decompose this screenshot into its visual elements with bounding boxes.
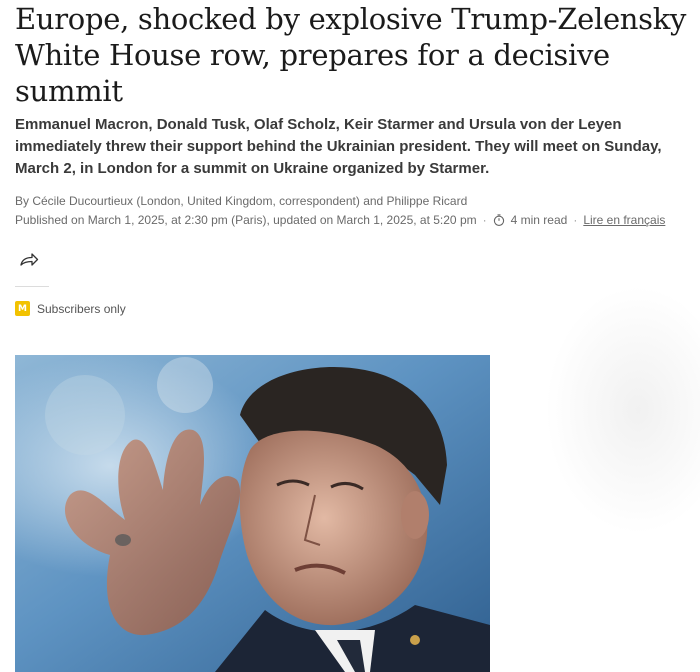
- subscribers-only-label: M Subscribers only: [15, 301, 126, 316]
- article-byline: By Cécile Ducourtieux (London, United Ki…: [15, 194, 468, 208]
- le-monde-badge-icon: M: [15, 301, 30, 316]
- read-time: 4 min read: [510, 213, 568, 227]
- article-subheadline: Emmanuel Macron, Donald Tusk, Olaf Schol…: [15, 116, 662, 177]
- timer-icon: [493, 214, 505, 226]
- publication-info: Published on March 1, 2025, at 2:30 pm (…: [15, 212, 665, 228]
- faded-background-decoration: [545, 285, 700, 535]
- publication-date: Published on March 1, 2025, at 2:30 pm (…: [15, 213, 477, 227]
- subscribers-only-text: Subscribers only: [37, 301, 126, 316]
- divider: [15, 286, 49, 287]
- article-photo[interactable]: [15, 355, 490, 672]
- article-headline: Europe, shocked by explosive Trump-Zelen…: [15, 2, 687, 108]
- share-icon: [20, 253, 39, 266]
- separator-dot: ·: [573, 213, 578, 227]
- read-in-french-link[interactable]: Lire en français: [583, 212, 665, 228]
- separator-dot: ·: [482, 213, 487, 227]
- photo-macron-gesturing: [15, 355, 490, 672]
- share-button[interactable]: [18, 250, 40, 270]
